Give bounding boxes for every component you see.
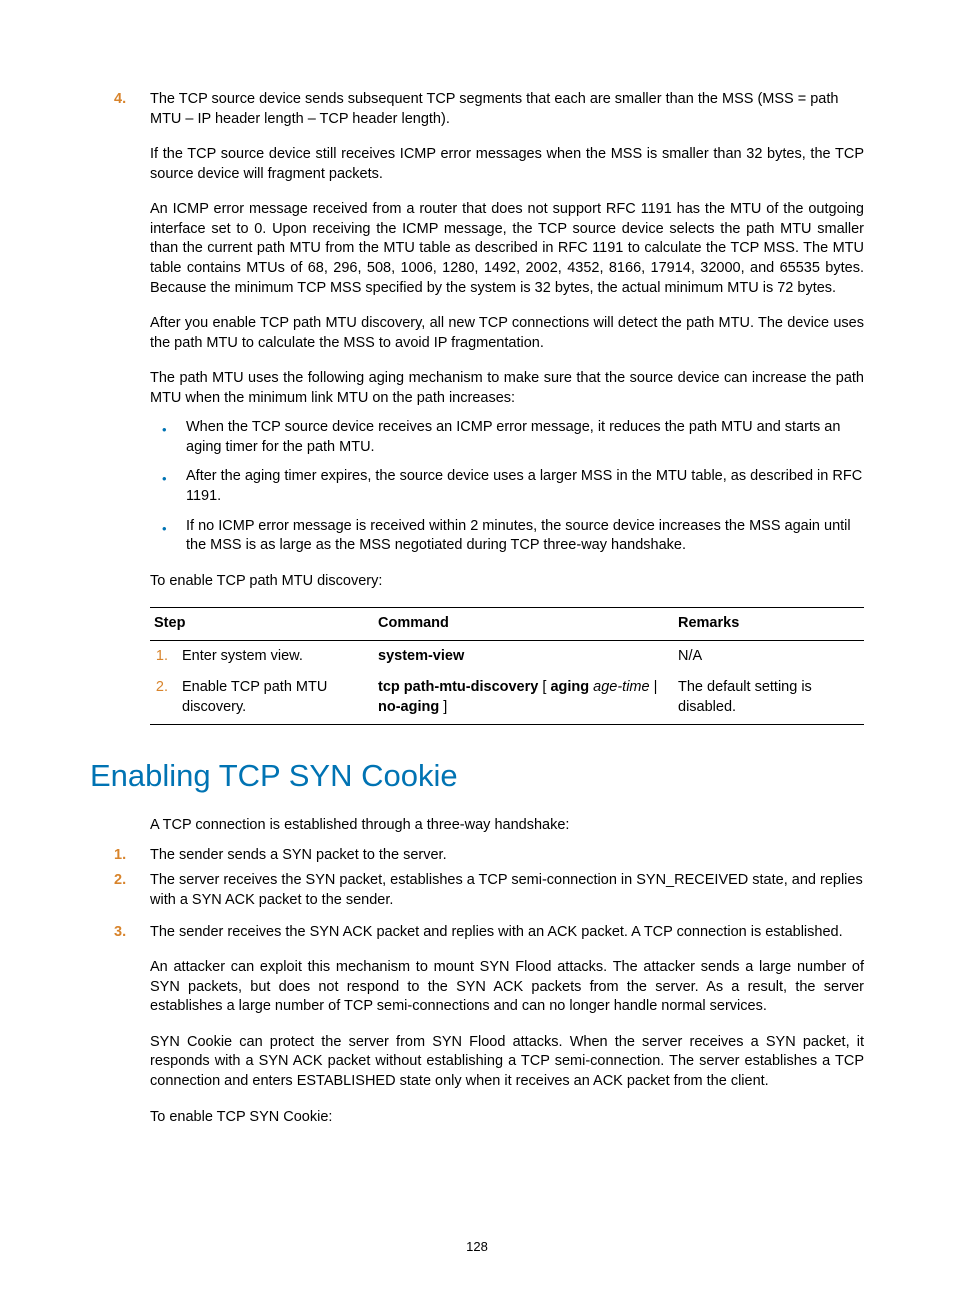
list-item: 2. The server receives the SYN packet, e… (150, 871, 864, 910)
list-item: 4. The TCP source device sends subsequen… (150, 90, 864, 129)
paragraph: After you enable TCP path MTU discovery,… (150, 314, 864, 353)
numbered-list: 1. The sender sends a SYN packet to the … (150, 846, 864, 942)
bullet-text: If no ICMP error message is received wit… (186, 518, 851, 554)
paragraph: An attacker can exploit this mechanism t… (150, 958, 864, 1017)
list-item: 1. The sender sends a SYN packet to the … (150, 846, 864, 866)
steps-table: Step Command Remarks 1. Enter system vie… (150, 607, 864, 724)
command-cell: system-view (374, 640, 674, 672)
remarks-cell: The default setting is disabled. (674, 672, 864, 724)
list-text: The sender sends a SYN packet to the ser… (150, 847, 447, 863)
paragraph: To enable TCP path MTU discovery: (150, 572, 864, 592)
list-item: After the aging timer expires, the sourc… (150, 467, 864, 506)
list-item: If no ICMP error message is received wit… (150, 517, 864, 556)
list-item: When the TCP source device receives an I… (150, 418, 864, 457)
page-number: 128 (0, 1238, 954, 1256)
step-desc: Enable TCP path MTU discovery. (178, 672, 374, 724)
cmd-part: [ (538, 679, 550, 695)
list-text: The server receives the SYN packet, esta… (150, 872, 863, 908)
cmd-part: age-time (589, 679, 649, 695)
paragraph: The path MTU uses the following aging me… (150, 369, 864, 408)
cmd-part: tcp path-mtu-discovery (378, 679, 538, 695)
list-number: 4. (114, 90, 126, 110)
command-text: system-view (378, 648, 464, 664)
bullet-text: After the aging timer expires, the sourc… (186, 468, 862, 504)
row-number: 2. (150, 672, 178, 724)
paragraph: If the TCP source device still receives … (150, 145, 864, 184)
cmd-part: aging (550, 679, 589, 695)
table-row: 1. Enter system view. system-view N/A (150, 640, 864, 672)
remarks-cell: N/A (674, 640, 864, 672)
list-text: The sender receives the SYN ACK packet a… (150, 924, 843, 940)
table-row: 2. Enable TCP path MTU discovery. tcp pa… (150, 672, 864, 724)
numbered-list-top: 4. The TCP source device sends subsequen… (150, 90, 864, 129)
row-number: 1. (150, 640, 178, 672)
bullet-list: When the TCP source device receives an I… (150, 418, 864, 555)
cmd-part: ] (439, 699, 447, 715)
cmd-part: no-aging (378, 699, 439, 715)
table-header-command: Command (374, 608, 674, 641)
cmd-part: | (650, 679, 658, 695)
table-header-step: Step (150, 608, 374, 641)
list-item: 3. The sender receives the SYN ACK packe… (150, 923, 864, 943)
bullet-text: When the TCP source device receives an I… (186, 419, 840, 455)
table-header-remarks: Remarks (674, 608, 864, 641)
list-number: 3. (114, 923, 126, 943)
list-number: 2. (114, 871, 126, 891)
step-desc: Enter system view. (178, 640, 374, 672)
section-heading: Enabling TCP SYN Cookie (90, 755, 864, 797)
paragraph: A TCP connection is established through … (150, 816, 864, 836)
list-text: The TCP source device sends subsequent T… (150, 91, 838, 127)
paragraph: An ICMP error message received from a ro… (150, 200, 864, 298)
paragraph: SYN Cookie can protect the server from S… (150, 1033, 864, 1092)
paragraph: To enable TCP SYN Cookie: (150, 1108, 864, 1128)
command-cell: tcp path-mtu-discovery [ aging age-time … (374, 672, 674, 724)
list-number: 1. (114, 846, 126, 866)
